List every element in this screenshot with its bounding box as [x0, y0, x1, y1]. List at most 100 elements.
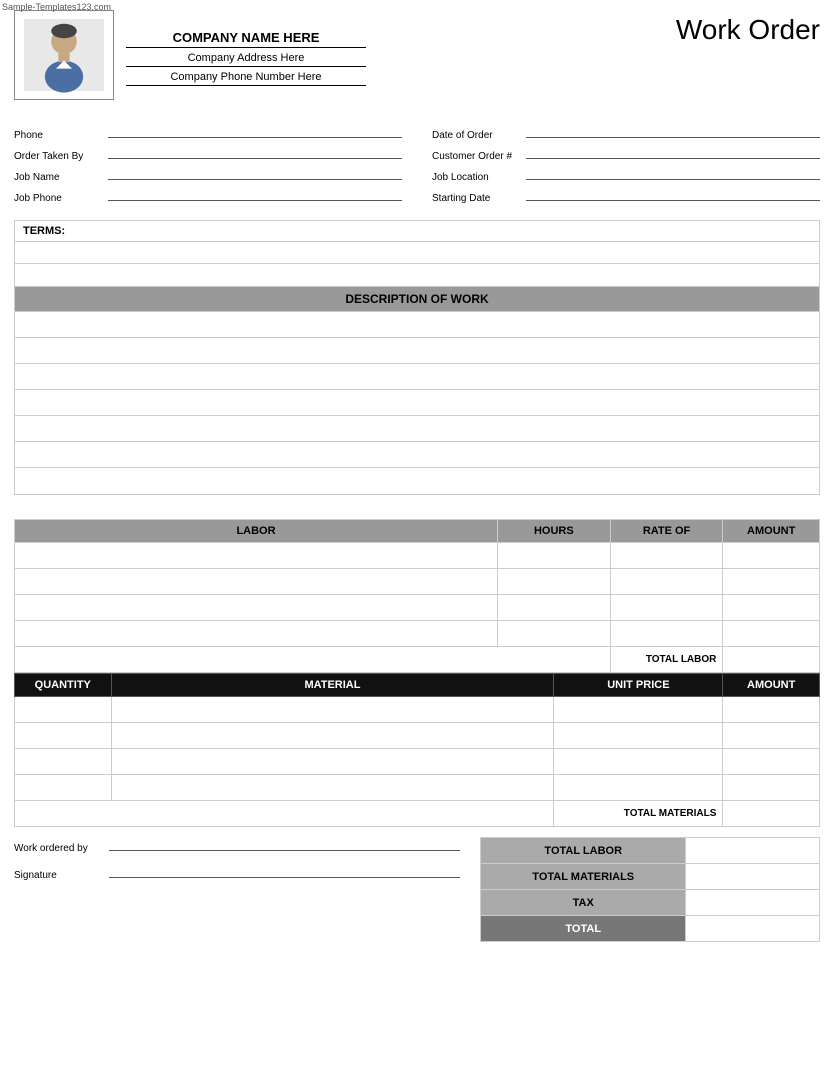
job-location-line[interactable] — [526, 166, 820, 180]
desc-row-5[interactable] — [15, 416, 819, 442]
desc-row-1[interactable] — [15, 312, 819, 338]
desc-rows — [14, 312, 820, 495]
labor-row-1-desc[interactable] — [15, 543, 498, 569]
material-row-4-amount[interactable] — [723, 775, 820, 801]
labor-row-2-desc[interactable] — [15, 569, 498, 595]
material-row-3[interactable] — [15, 749, 820, 775]
material-total-label: TOTAL MATERIALS — [554, 801, 723, 827]
job-phone-line[interactable] — [108, 187, 402, 201]
material-table: QUANTITY MATERIAL UNIT PRICE AMOUNT — [14, 673, 820, 827]
labor-total-value[interactable] — [723, 647, 820, 673]
signature-field: Signature — [14, 864, 460, 881]
material-row-4-qty[interactable] — [15, 775, 112, 801]
labor-header-row: LABOR HOURS RATE OF AMOUNT — [15, 520, 820, 543]
logo-person-icon — [24, 15, 104, 95]
fields-row-3: Job Name Job Location — [14, 166, 820, 183]
labor-row-4[interactable] — [15, 621, 820, 647]
date-order-label: Date of Order — [432, 130, 522, 141]
company-address: Company Address Here — [126, 52, 366, 67]
customer-order-label: Customer Order # — [432, 151, 522, 162]
work-ordered-by-line[interactable] — [109, 837, 460, 851]
order-taken-line[interactable] — [108, 145, 402, 159]
summary-total-labor-value[interactable] — [686, 838, 820, 864]
material-row-2-desc[interactable] — [111, 723, 554, 749]
signature-line[interactable] — [109, 864, 460, 878]
labor-row-2[interactable] — [15, 569, 820, 595]
customer-order-line[interactable] — [526, 145, 820, 159]
desc-row-4[interactable] — [15, 390, 819, 416]
material-row-1-unit[interactable] — [554, 697, 723, 723]
labor-row-3-rate[interactable] — [610, 595, 723, 621]
material-col-qty: QUANTITY — [15, 674, 112, 697]
material-row-3-amount[interactable] — [723, 749, 820, 775]
desc-header: DESCRIPTION OF WORK — [14, 287, 820, 312]
summary-total-value[interactable] — [686, 916, 820, 942]
field-starting-date: Starting Date — [432, 187, 820, 204]
material-row-2[interactable] — [15, 723, 820, 749]
desc-row-6[interactable] — [15, 442, 819, 468]
labor-row-1-hours[interactable] — [498, 543, 611, 569]
summary-total-labor-label: TOTAL LABOR — [481, 838, 686, 864]
labor-row-3[interactable] — [15, 595, 820, 621]
summary-total-materials-value[interactable] — [686, 864, 820, 890]
summary-row-tax: TAX — [481, 890, 820, 916]
labor-row-4-rate[interactable] — [610, 621, 723, 647]
labor-total-empty — [15, 647, 611, 673]
phone-label: Phone — [14, 130, 104, 141]
material-row-1-desc[interactable] — [111, 697, 554, 723]
desc-row-2[interactable] — [15, 338, 819, 364]
phone-line[interactable] — [108, 124, 402, 138]
material-total-value[interactable] — [723, 801, 820, 827]
material-total-row: TOTAL MATERIALS — [15, 801, 820, 827]
material-row-3-desc[interactable] — [111, 749, 554, 775]
material-row-3-unit[interactable] — [554, 749, 723, 775]
labor-row-3-amount[interactable] — [723, 595, 820, 621]
labor-row-1[interactable] — [15, 543, 820, 569]
labor-row-2-rate[interactable] — [610, 569, 723, 595]
terms-section: TERMS: — [14, 220, 820, 287]
date-order-line[interactable] — [526, 124, 820, 138]
company-name: COMPANY NAME HERE — [126, 30, 366, 48]
terms-row-1[interactable] — [15, 242, 819, 264]
summary-tax-value[interactable] — [686, 890, 820, 916]
starting-date-line[interactable] — [526, 187, 820, 201]
labor-row-3-hours[interactable] — [498, 595, 611, 621]
material-row-2-unit[interactable] — [554, 723, 723, 749]
material-row-1[interactable] — [15, 697, 820, 723]
field-order-taken-by: Order Taken By — [14, 145, 402, 162]
material-row-3-qty[interactable] — [15, 749, 112, 775]
desc-row-7[interactable] — [15, 468, 819, 494]
material-row-1-qty[interactable] — [15, 697, 112, 723]
fields-section: Phone Date of Order Order Taken By Custo… — [14, 124, 820, 204]
labor-row-1-amount[interactable] — [723, 543, 820, 569]
summary-row-total-materials: TOTAL MATERIALS — [481, 864, 820, 890]
labor-row-2-amount[interactable] — [723, 569, 820, 595]
summary-total-label: TOTAL — [481, 916, 686, 942]
labor-row-2-hours[interactable] — [498, 569, 611, 595]
job-phone-label: Job Phone — [14, 193, 104, 204]
summary-row-total: TOTAL — [481, 916, 820, 942]
desc-row-3[interactable] — [15, 364, 819, 390]
terms-row-2[interactable] — [15, 264, 819, 286]
material-header-row: QUANTITY MATERIAL UNIT PRICE AMOUNT — [15, 674, 820, 697]
job-name-line[interactable] — [108, 166, 402, 180]
material-row-4[interactable] — [15, 775, 820, 801]
labor-row-4-amount[interactable] — [723, 621, 820, 647]
field-job-phone: Job Phone — [14, 187, 402, 204]
header: COMPANY NAME HERE Company Address Here C… — [14, 10, 820, 100]
labor-row-1-rate[interactable] — [610, 543, 723, 569]
material-row-4-desc[interactable] — [111, 775, 554, 801]
fields-row-1: Phone Date of Order — [14, 124, 820, 141]
company-phone: Company Phone Number Here — [126, 71, 366, 86]
labor-row-4-hours[interactable] — [498, 621, 611, 647]
material-row-1-amount[interactable] — [723, 697, 820, 723]
labor-row-3-desc[interactable] — [15, 595, 498, 621]
labor-col-labor: LABOR — [15, 520, 498, 543]
labor-col-hours: HOURS — [498, 520, 611, 543]
material-row-4-unit[interactable] — [554, 775, 723, 801]
material-row-2-amount[interactable] — [723, 723, 820, 749]
labor-row-4-desc[interactable] — [15, 621, 498, 647]
labor-col-amount: AMOUNT — [723, 520, 820, 543]
material-row-2-qty[interactable] — [15, 723, 112, 749]
work-ordered-by-field: Work ordered by — [14, 837, 460, 854]
